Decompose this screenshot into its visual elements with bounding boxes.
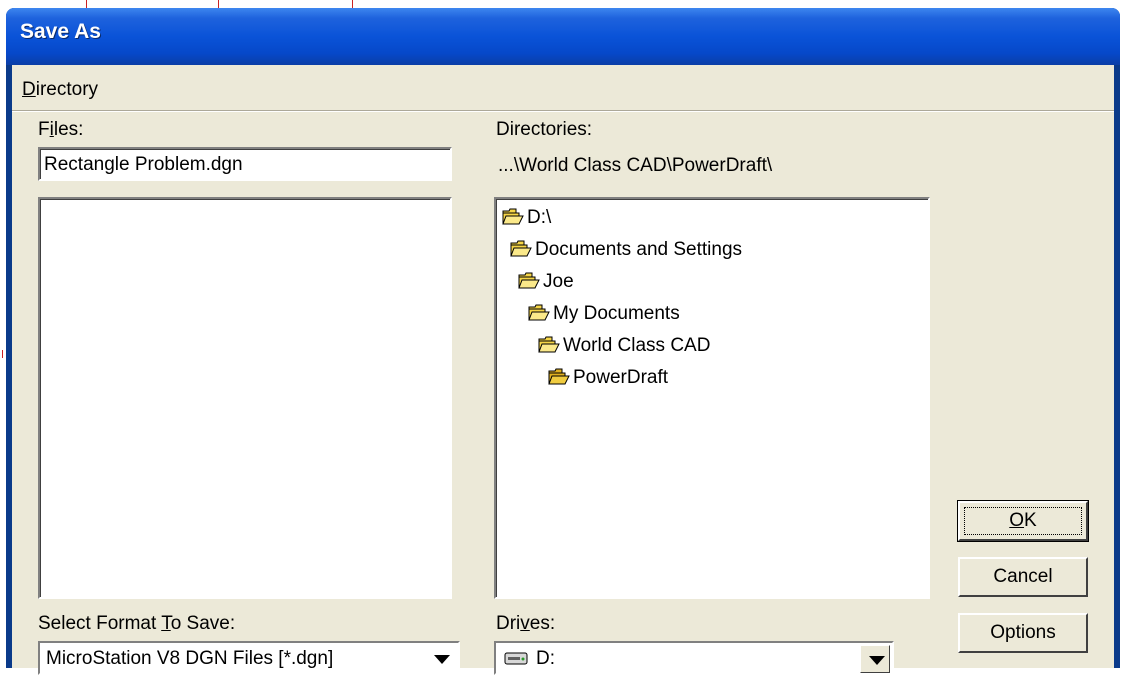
save-as-dialog: Save As Directory Files: Rectangle Probl…: [6, 8, 1120, 675]
format-selected-value: MicroStation V8 DGN Files [*.dgn]: [46, 648, 334, 669]
files-label: Files:: [38, 119, 84, 140]
cancel-button[interactable]: Cancel: [958, 557, 1088, 597]
chevron-down-icon: [434, 655, 450, 664]
format-label: Select Format To Save:: [38, 613, 236, 634]
tree-item-joe[interactable]: Joe: [518, 269, 574, 295]
open-folder-icon: [538, 335, 560, 353]
dialog-title: Save As: [20, 20, 101, 43]
options-button[interactable]: Options: [958, 613, 1088, 653]
drive-selected: D:: [504, 648, 555, 672]
current-directory-path: ...\World Class CAD\PowerDraft\: [498, 155, 773, 176]
chevron-down-icon: [869, 656, 885, 665]
open-folder-icon: [528, 303, 550, 321]
drive-icon: [504, 650, 528, 672]
tree-item-documents-and-settings[interactable]: Documents and Settings: [510, 237, 742, 263]
open-folder-icon: [510, 239, 532, 257]
tree-item-powerdraft[interactable]: PowerDraft: [548, 365, 668, 391]
dialog-body: Directory Files: Rectangle Problem.dgn D…: [12, 65, 1114, 675]
drives-label: Drives:: [496, 613, 556, 634]
tree-item-drive[interactable]: D:\: [502, 205, 551, 231]
directories-tree[interactable]: D:\ Documents and Settings Joe My Docume…: [494, 197, 930, 599]
drives-dropdown-button[interactable]: [860, 645, 890, 673]
directories-label: Directories:: [496, 119, 593, 140]
file-name-input[interactable]: Rectangle Problem.dgn: [38, 147, 452, 181]
file-name-value: Rectangle Problem.dgn: [44, 154, 243, 175]
menu-separator: [12, 110, 1114, 112]
open-folder-icon: [518, 271, 540, 289]
format-dropdown-button[interactable]: [426, 645, 456, 673]
open-folder-icon: [502, 207, 524, 225]
files-list[interactable]: [38, 197, 452, 599]
tree-item-my-documents[interactable]: My Documents: [528, 301, 680, 327]
ok-button[interactable]: OK: [957, 500, 1089, 542]
bg-tick: [2, 350, 3, 358]
open-folder-selected-icon: [548, 367, 570, 385]
tree-item-world-class-cad[interactable]: World Class CAD: [538, 333, 710, 359]
menu-directory[interactable]: Directory: [22, 79, 98, 101]
title-bar[interactable]: Save As: [6, 8, 1120, 65]
